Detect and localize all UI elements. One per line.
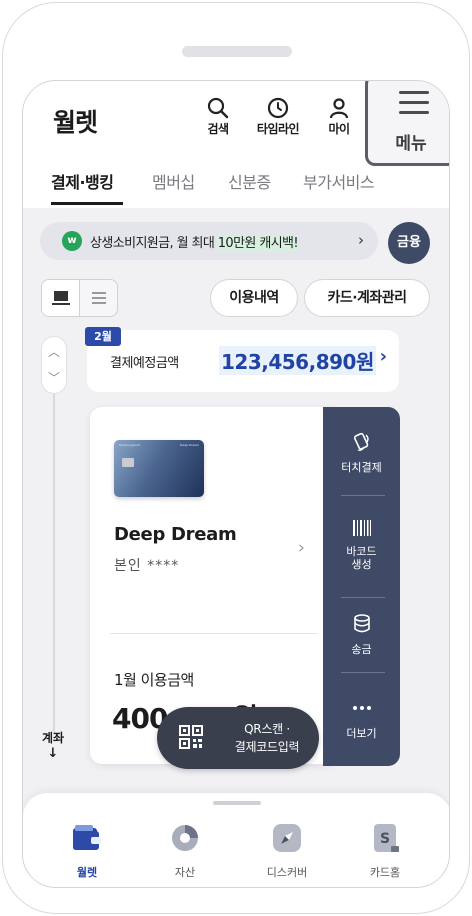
arrow-down-icon: ↓ <box>47 746 59 761</box>
account-label: 계좌 <box>41 731 65 745</box>
tab-payment-banking[interactable]: 결제·뱅킹 <box>51 169 114 193</box>
card-account-manage-button[interactable]: 카드·계좌관리 <box>304 279 430 317</box>
chevron-down-icon[interactable]: ﹀ <box>42 369 66 386</box>
list-view-button[interactable] <box>80 280 117 316</box>
card-name-print: Deep Dream <box>180 443 199 447</box>
page-title: 월렛 <box>53 108 98 137</box>
more-icon <box>352 706 371 710</box>
divider <box>341 672 385 673</box>
list-view-icon <box>92 292 106 304</box>
tab-extra-services[interactable]: 부가서비스 <box>303 169 375 193</box>
coin-stack-icon <box>353 614 370 633</box>
app-screen: 월렛 검색 타임라인 마이 메뉴 결제·뱅킹 멤버십 신분증 부가서비스 w 상… <box>22 80 450 888</box>
nav-label-discover: 디스커버 <box>266 866 308 879</box>
promo-banner[interactable]: w 상생소비지원금, 월 최대 10만원 캐시백! › <box>40 222 378 260</box>
card-view-icon <box>52 291 70 305</box>
clock-icon <box>267 97 289 119</box>
touch-pay-button[interactable]: 터치결제 <box>323 431 400 475</box>
usage-label: 1월 이용금액 <box>114 671 194 689</box>
divider <box>341 597 385 598</box>
card-image[interactable]: SamsungCard Deep Dream <box>114 440 204 497</box>
qr-scan-button[interactable]: QR스캔 · 결제코드입력 <box>157 707 319 769</box>
nav-item-discover[interactable]: 디스커버 <box>247 822 327 880</box>
transfer-button[interactable]: 송금 <box>323 613 400 657</box>
drag-handle[interactable] <box>213 801 261 805</box>
finance-button[interactable]: 금융 <box>388 222 430 264</box>
nav-label-card-home: 카드홈 <box>369 866 401 879</box>
tab-membership[interactable]: 멤버십 <box>152 169 195 193</box>
divider <box>341 495 385 496</box>
usage-history-button[interactable]: 이용내역 <box>210 279 298 317</box>
scheduled-label: 결제예정금액 <box>110 356 179 371</box>
pager-track <box>53 394 55 734</box>
month-badge: 2월 <box>85 327 121 346</box>
chevron-right-icon: › <box>358 231 364 249</box>
chevron-right-icon[interactable]: › <box>298 538 305 558</box>
bottom-nav: 월렛 자산 디스커버 S 카드홈 <box>23 793 449 887</box>
more-label: 더보기 <box>346 727 377 740</box>
scheduled-payment-row[interactable]: 2월 결제예정금액 123,456,890원 › <box>85 327 399 392</box>
card-owner: 본인 **** <box>114 558 180 574</box>
menu-label: 메뉴 <box>395 134 427 154</box>
nav-item-card-home[interactable]: S 카드홈 <box>345 822 425 880</box>
search-label: 검색 <box>207 122 229 136</box>
touch-pay-label: 터치결제 <box>341 461 382 474</box>
nav-item-wallet[interactable]: 월렛 <box>47 822 127 880</box>
more-button[interactable]: 더보기 <box>323 697 400 741</box>
account-jump[interactable]: 계좌 ↓ <box>38 729 68 761</box>
chevron-up-icon[interactable]: ︿ <box>42 343 66 360</box>
promo-logo-icon: w <box>62 231 82 251</box>
search-icon <box>207 97 229 119</box>
timeline-button[interactable]: 타임라인 <box>250 97 306 137</box>
tab-id[interactable]: 신분증 <box>228 169 271 193</box>
app-header: 월렛 검색 타임라인 마이 메뉴 결제·뱅킹 멤버십 신분증 부가서비스 <box>23 81 449 208</box>
vertical-pager: ︿ ﹀ <box>41 336 67 394</box>
nfc-icon <box>353 432 369 451</box>
my-label: 마이 <box>328 122 350 136</box>
card-brand-print: SamsungCard <box>119 443 140 447</box>
card-home-icon: S <box>374 824 399 852</box>
my-button[interactable]: 마이 <box>311 97 367 137</box>
barcode-button[interactable]: 바코드 생성 <box>323 517 400 571</box>
nav-label-assets: 자산 <box>174 866 196 879</box>
wallet-icon <box>73 825 101 850</box>
nav-item-assets[interactable]: 자산 <box>145 822 225 880</box>
divider <box>110 633 318 634</box>
barcode-label: 바코드 생성 <box>346 545 377 571</box>
qr-scan-label: QR스캔 · 결제코드입력 <box>234 722 300 754</box>
timeline-label: 타임라인 <box>256 122 300 136</box>
chevron-right-icon: › <box>379 346 387 367</box>
person-icon <box>329 98 349 119</box>
svg-text:S: S <box>380 831 390 847</box>
phone-speaker <box>182 46 292 57</box>
transfer-label: 송금 <box>351 643 372 656</box>
qr-icon <box>179 725 203 749</box>
pie-chart-icon <box>172 825 198 851</box>
scheduled-amount: 123,456,890원 <box>219 346 376 375</box>
search-button[interactable]: 검색 <box>190 97 246 137</box>
promo-text: 상생소비지원금, 월 최대 10만원 캐시백! <box>90 236 299 251</box>
view-toggle <box>41 279 118 317</box>
hamburger-icon <box>399 91 429 121</box>
card-name: Deep Dream <box>114 524 237 545</box>
card-view-button[interactable] <box>42 280 80 316</box>
card-chip-icon <box>122 458 134 467</box>
quick-action-rail: 터치결제 바코드 생성 송금 더보기 <box>323 407 400 766</box>
nav-label-wallet: 월렛 <box>76 866 98 879</box>
barcode-icon <box>352 520 371 536</box>
tab-active-indicator <box>51 202 123 205</box>
compass-icon <box>273 824 301 852</box>
menu-button[interactable]: 메뉴 <box>365 81 449 166</box>
